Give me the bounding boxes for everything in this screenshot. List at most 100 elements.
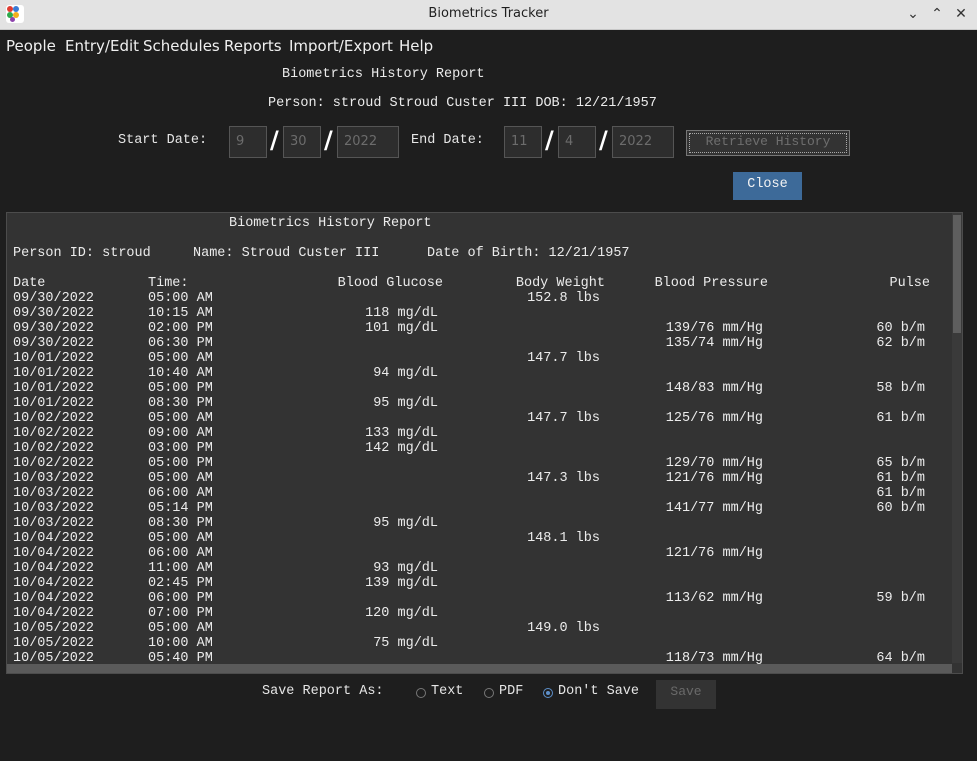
cell-time: 05:00 AM bbox=[148, 531, 213, 546]
cell-blood-glucose: 101 mg/dL bbox=[365, 321, 438, 336]
table-row: 10/02/2022 05:00 PM 129/70 mm/Hg 65 b/m bbox=[7, 456, 957, 471]
cell-date: 10/02/2022 bbox=[13, 456, 95, 471]
cell-date: 09/30/2022 bbox=[13, 321, 95, 336]
cell-date: 10/03/2022 bbox=[13, 486, 95, 501]
cell-blood-glucose: 118 mg/dL bbox=[365, 306, 438, 321]
cell-blood-pressure: 121/76 mm/Hg bbox=[665, 546, 763, 561]
close-button[interactable]: Close bbox=[733, 172, 802, 200]
form-title: Biometrics History Report bbox=[282, 67, 485, 82]
retrieve-history-button[interactable]: Retrieve History bbox=[686, 130, 850, 156]
table-row: 10/01/2022 05:00 PM 148/83 mm/Hg 58 b/m bbox=[7, 381, 957, 396]
date-separator: / bbox=[324, 126, 333, 154]
report-text-area[interactable]: Biometrics History Report Person ID: str… bbox=[6, 212, 963, 674]
cell-time: 06:00 AM bbox=[148, 546, 213, 561]
cell-date: 10/04/2022 bbox=[13, 576, 95, 591]
cell-date: 10/04/2022 bbox=[13, 606, 95, 621]
cell-blood-pressure: 148/83 mm/Hg bbox=[665, 381, 763, 396]
cell-date: 10/05/2022 bbox=[13, 621, 95, 636]
cell-body-weight: 147.7 lbs bbox=[527, 351, 600, 366]
cell-blood-pressure: 121/76 mm/Hg bbox=[665, 471, 763, 486]
menu-schedules[interactable]: Schedules bbox=[143, 37, 220, 55]
menu-people[interactable]: People bbox=[6, 37, 56, 55]
table-row: 09/30/2022 10:15 AM 118 mg/dL bbox=[7, 306, 957, 321]
cell-time: 05:00 AM bbox=[148, 621, 213, 636]
cell-time: 09:00 AM bbox=[148, 426, 213, 441]
minimize-icon[interactable]: ⌄ bbox=[902, 3, 924, 25]
table-row: 10/03/2022 06:00 AM 61 b/m bbox=[7, 486, 957, 501]
table-row: 10/04/2022 02:45 PM 139 mg/dL bbox=[7, 576, 957, 591]
date-separator: / bbox=[599, 126, 608, 154]
radio-text[interactable] bbox=[416, 688, 426, 698]
cell-date: 10/03/2022 bbox=[13, 501, 95, 516]
save-button[interactable]: Save bbox=[656, 680, 716, 709]
cell-pulse: 61 b/m bbox=[876, 486, 925, 501]
scrollbar-thumb[interactable] bbox=[953, 215, 961, 333]
table-row: 09/30/2022 06:30 PM 135/74 mm/Hg 62 b/m bbox=[7, 336, 957, 351]
cell-time: 10:15 AM bbox=[148, 306, 213, 321]
horizontal-scrollbar[interactable] bbox=[7, 664, 952, 673]
cell-date: 10/04/2022 bbox=[13, 561, 95, 576]
vertical-scrollbar[interactable] bbox=[952, 213, 962, 663]
close-window-icon[interactable]: ✕ bbox=[950, 3, 972, 25]
cell-pulse: 65 b/m bbox=[876, 456, 925, 471]
cell-blood-glucose: 95 mg/dL bbox=[373, 516, 438, 531]
radio-dont-save[interactable] bbox=[543, 688, 553, 698]
column-header-time: Time: bbox=[148, 276, 189, 291]
date-separator: / bbox=[270, 126, 279, 154]
end-month-input[interactable]: 11 bbox=[504, 126, 542, 158]
cell-blood-glucose: 120 mg/dL bbox=[365, 606, 438, 621]
radio-pdf[interactable] bbox=[484, 688, 494, 698]
cell-date: 09/30/2022 bbox=[13, 336, 95, 351]
cell-time: 05:14 PM bbox=[148, 501, 213, 516]
column-header-blood-pressure: Blood Pressure bbox=[654, 276, 768, 291]
cell-date: 10/03/2022 bbox=[13, 516, 95, 531]
column-header-body-weight: Body Weight bbox=[515, 276, 605, 291]
end-year-input[interactable]: 2022 bbox=[612, 126, 674, 158]
radio-pdf-label[interactable]: PDF bbox=[499, 684, 523, 699]
cell-pulse: 60 b/m bbox=[876, 321, 925, 336]
cell-date: 10/05/2022 bbox=[13, 636, 95, 651]
table-row: 09/30/2022 05:00 AM 152.8 lbs bbox=[7, 291, 957, 306]
radio-text-label[interactable]: Text bbox=[431, 684, 463, 699]
cell-date: 10/01/2022 bbox=[13, 351, 95, 366]
end-date-label: End Date: bbox=[411, 133, 484, 148]
cell-blood-glucose: 95 mg/dL bbox=[373, 396, 438, 411]
cell-blood-glucose: 94 mg/dL bbox=[373, 366, 438, 381]
cell-body-weight: 148.1 lbs bbox=[527, 531, 600, 546]
cell-blood-pressure: 113/62 mm/Hg bbox=[665, 591, 763, 606]
table-row: 10/03/2022 08:30 PM 95 mg/dL bbox=[7, 516, 957, 531]
cell-date: 09/30/2022 bbox=[13, 291, 95, 306]
table-row: 09/30/2022 02:00 PM 101 mg/dL 139/76 mm/Hg 6… bbox=[7, 321, 957, 336]
menu-help[interactable]: Help bbox=[399, 37, 433, 55]
menu-reports[interactable]: Reports bbox=[224, 37, 282, 55]
cell-time: 05:00 AM bbox=[148, 291, 213, 306]
date-separator: / bbox=[545, 126, 554, 154]
cell-time: 05:00 AM bbox=[148, 471, 213, 486]
cell-time: 10:40 AM bbox=[148, 366, 213, 381]
cell-body-weight: 147.3 lbs bbox=[527, 471, 600, 486]
start-month-input[interactable]: 9 bbox=[229, 126, 267, 158]
cell-pulse: 61 b/m bbox=[876, 471, 925, 486]
table-row: 10/04/2022 07:00 PM 120 mg/dL bbox=[7, 606, 957, 621]
table-row: 10/02/2022 03:00 PM 142 mg/dL bbox=[7, 441, 957, 456]
radio-dont-save-label[interactable]: Don't Save bbox=[558, 684, 639, 699]
cell-date: 10/01/2022 bbox=[13, 366, 95, 381]
table-row: 10/04/2022 05:00 AM 148.1 lbs bbox=[7, 531, 957, 546]
end-day-input[interactable]: 4 bbox=[558, 126, 596, 158]
cell-date: 10/01/2022 bbox=[13, 396, 95, 411]
cell-date: 10/03/2022 bbox=[13, 471, 95, 486]
cell-pulse: 59 b/m bbox=[876, 591, 925, 606]
start-day-input[interactable]: 30 bbox=[283, 126, 321, 158]
cell-blood-glucose: 142 mg/dL bbox=[365, 441, 438, 456]
start-year-input[interactable]: 2022 bbox=[337, 126, 399, 158]
cell-date: 10/04/2022 bbox=[13, 546, 95, 561]
maximize-icon[interactable]: ⌃ bbox=[926, 3, 948, 25]
table-row: 10/05/2022 10:00 AM 75 mg/dL bbox=[7, 636, 957, 651]
cell-time: 10:00 AM bbox=[148, 636, 213, 651]
menu-entry-edit[interactable]: Entry/Edit bbox=[65, 37, 139, 55]
cell-time: 08:30 PM bbox=[148, 516, 213, 531]
cell-time: 06:00 AM bbox=[148, 486, 213, 501]
menu-import-export[interactable]: Import/Export bbox=[289, 37, 393, 55]
cell-blood-pressure: 135/74 mm/Hg bbox=[665, 336, 763, 351]
table-row: 10/04/2022 06:00 PM 113/62 mm/Hg 59 b/m bbox=[7, 591, 957, 606]
